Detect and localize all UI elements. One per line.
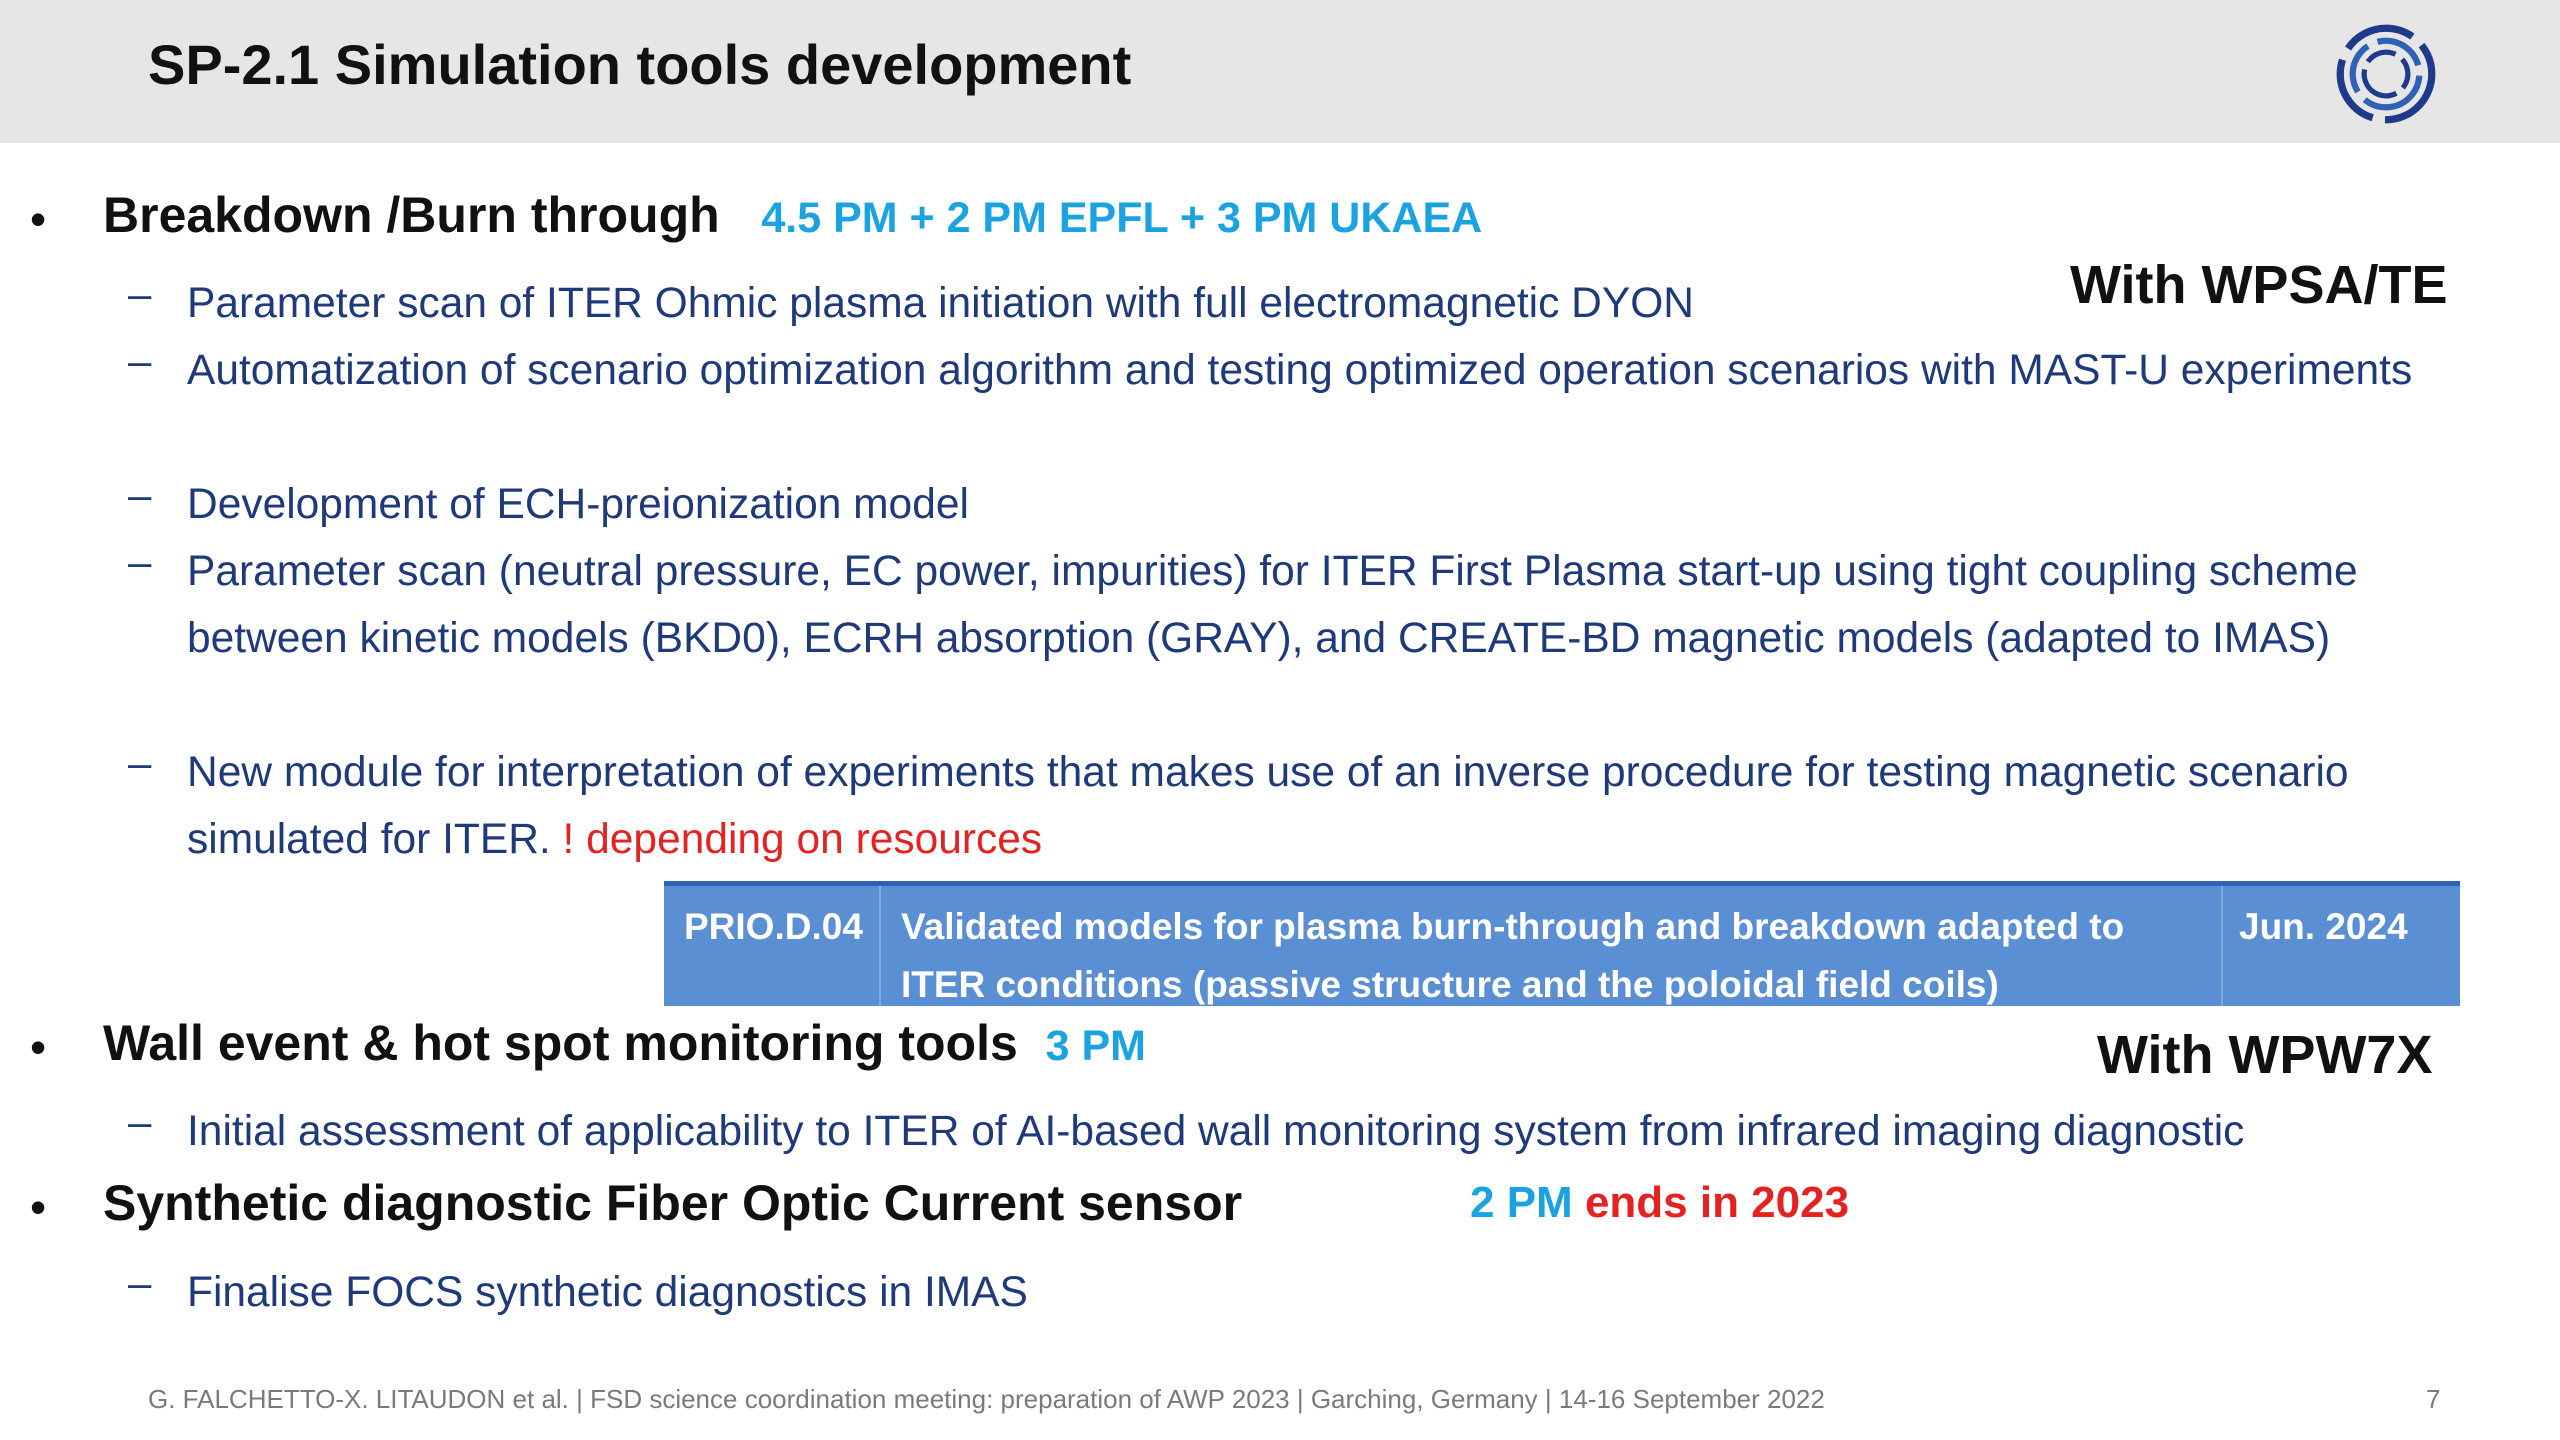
with-wpsa-te-label: With WPSA/TE [2070,255,2448,315]
dash-7: – [128,1259,152,1306]
wall-item-1: Initial assessment of applicability to I… [187,1108,2245,1155]
page-number: 7 [2426,1384,2441,1414]
section-wall-heading: Wall event & hot spot monitoring tools 3… [103,1014,1146,1072]
section-breakdown-title: Breakdown /Burn through [103,187,720,243]
prio-description: Validated models for plasma burn-through… [901,906,2125,1005]
prio-date: Jun. 2024 [2239,906,2408,947]
resource-warning-note: ! depending on resources [562,816,1043,863]
section-wall-title: Wall event & hot spot monitoring tools [103,1015,1018,1071]
slide-title: SP-2.1 Simulation tools development [148,33,1132,96]
prio-deliverable-table: PRIO.D.04 Validated models for plasma bu… [664,881,2460,1006]
slide-footer: G. FALCHETTO-X. LITAUDON et al. | FSD sc… [148,1384,1825,1414]
prio-id: PRIO.D.04 [684,906,863,947]
bullet-wall: • [30,1021,47,1073]
breakdown-item-4: Parameter scan (neutral pressure, EC pow… [187,548,2358,662]
section-fiber-resources: 2 PM [1470,1178,1573,1227]
dash-5: – [128,739,152,786]
section-breakdown-heading: Breakdown /Burn through 4.5 PM + 2 PM EP… [103,186,1482,244]
breakdown-item-5: New module for interpretation of experim… [187,739,2507,873]
slide-header: SP-2.1 Simulation tools development [0,0,2560,143]
bullet-fiber: • [30,1181,47,1233]
section-fiber-title: Synthetic diagnostic Fiber Optic Current… [103,1175,1243,1231]
breakdown-item-1: Parameter scan of ITER Ohmic plasma init… [187,280,1694,327]
dash-1: – [128,270,152,317]
breakdown-item-5-text: New module for interpretation of experim… [187,749,2349,863]
section-fiber-end-note: ends in 2023 [1584,1178,1850,1227]
with-wpw7x-label: With WPW7X [2097,1025,2433,1085]
dash-4: – [128,538,152,585]
prio-id-cell: PRIO.D.04 [664,886,881,1006]
breakdown-item-3: Development of ECH-preionization model [187,481,969,528]
prio-date-cell: Jun. 2024 [2223,886,2460,1006]
dash-6: – [128,1098,152,1145]
fiber-item-1: Finalise FOCS synthetic diagnostics in I… [187,1269,1028,1316]
section-breakdown-resources: 4.5 PM + 2 PM EPFL + 3 PM UKAEA [761,194,1483,242]
eurofusion-logo-icon [2336,24,2436,124]
prio-text-cell: Validated models for plasma burn-through… [881,886,2223,1006]
section-wall-resources: 3 PM [1045,1022,1146,1070]
dash-2: – [128,337,152,384]
section-fiber-resources-line: 2 PM ends in 2023 [1470,1178,1849,1228]
dash-3: – [128,471,152,518]
bullet-breakdown: • [30,193,47,245]
breakdown-item-2: Automatization of scenario optimization … [187,347,2413,394]
